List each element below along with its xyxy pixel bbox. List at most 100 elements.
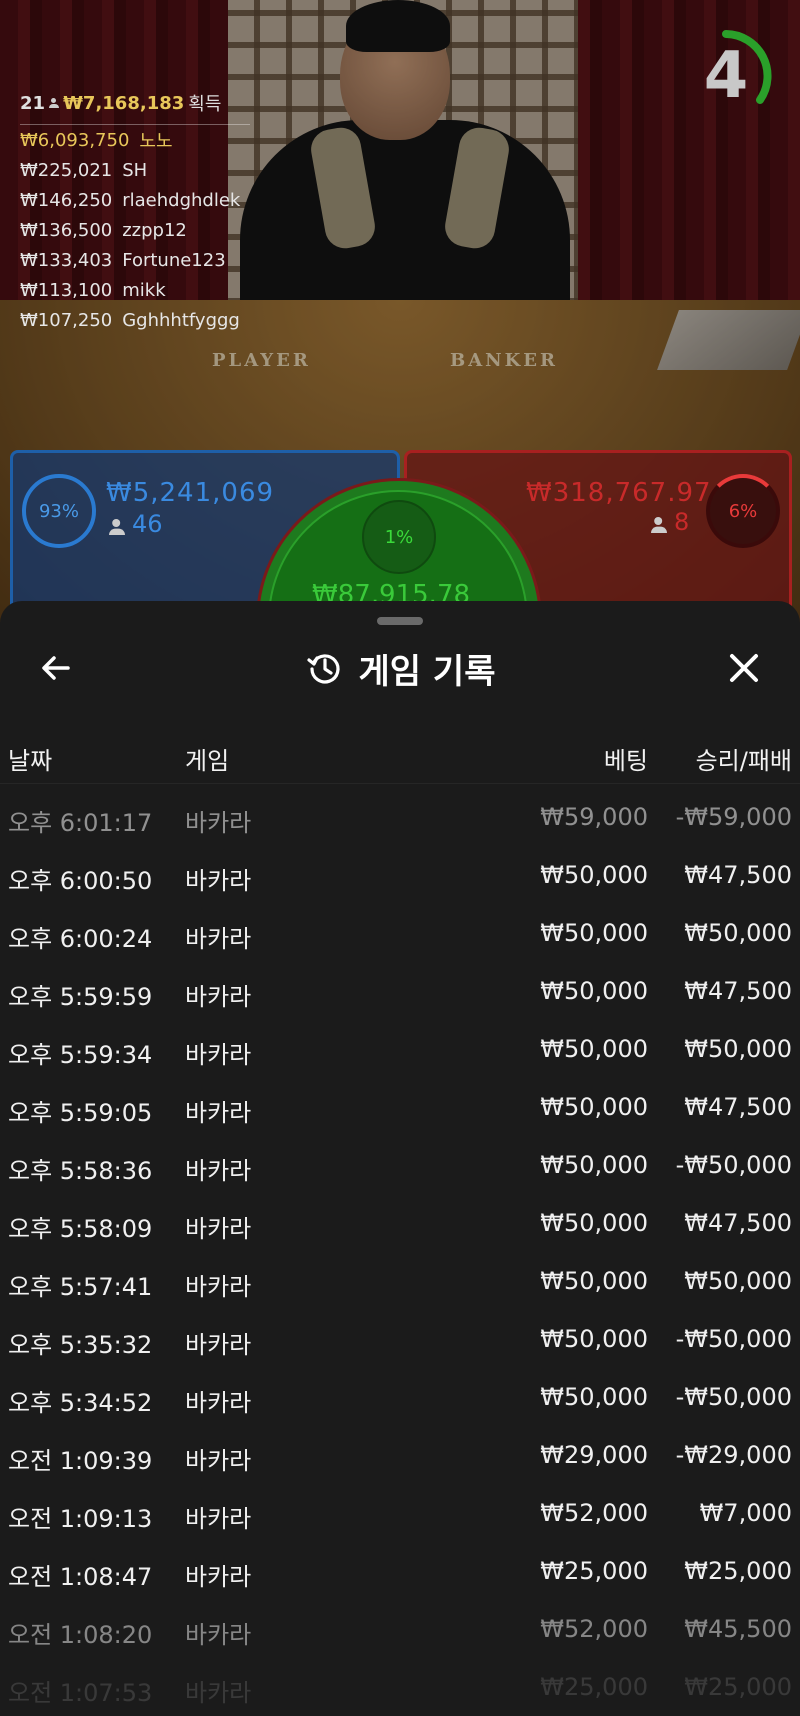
history-bet: ₩29,000 xyxy=(540,1441,648,1469)
history-bet: ₩50,000 xyxy=(540,919,648,947)
history-date: 오후 5:34:52 xyxy=(8,1389,153,1417)
history-table-header: 날짜 게임 베팅 승리/패배 xyxy=(0,731,800,784)
history-row[interactable]: 오전 1:09:13 바카라 ₩52,000 ₩7,000 xyxy=(0,1483,800,1541)
history-game: 바카라 xyxy=(185,867,252,895)
history-result: ₩50,000 xyxy=(684,1035,792,1063)
history-result: ₩47,500 xyxy=(684,861,792,889)
history-row[interactable]: 오전 1:08:20 바카라 ₩52,000 ₩45,500 xyxy=(0,1599,800,1657)
leaderboard-amount: ₩136,500 xyxy=(20,219,113,241)
leaderboard-name: mikk xyxy=(122,279,166,301)
history-bet: ₩50,000 xyxy=(540,1383,648,1411)
countdown-timer: 4 xyxy=(680,30,772,122)
history-game: 바카라 xyxy=(185,1041,252,1069)
sheet-header: 게임 기록 xyxy=(0,641,800,695)
leaderboard-row: ₩107,250 Gghhhtfyggg xyxy=(20,305,260,335)
history-row[interactable]: 오후 5:34:52 바카라 ₩50,000 -₩50,000 xyxy=(0,1367,800,1425)
history-row[interactable]: 오후 5:59:59 바카라 ₩50,000 ₩47,500 xyxy=(0,961,800,1019)
history-game: 바카라 xyxy=(185,1099,252,1127)
history-date: 오후 5:59:05 xyxy=(8,1099,153,1127)
winners-count: 21 xyxy=(20,92,46,114)
leaderboard-name: SH xyxy=(122,159,148,181)
leaderboard-amount: ₩133,403 xyxy=(20,249,113,271)
history-bet: ₩50,000 xyxy=(540,1209,648,1237)
history-date: 오전 1:09:13 xyxy=(8,1505,153,1533)
history-bet: ₩50,000 xyxy=(540,1325,648,1353)
history-icon xyxy=(306,654,340,684)
user-icon xyxy=(651,517,667,533)
history-date: 오후 5:59:34 xyxy=(8,1041,153,1069)
history-bet: ₩25,000 xyxy=(540,1557,648,1585)
history-bet: ₩50,000 xyxy=(540,1151,648,1179)
arrow-left-icon xyxy=(42,656,70,680)
column-header-game: 게임 xyxy=(185,747,230,775)
history-bet: ₩50,000 xyxy=(540,861,648,889)
leaderboard-amount: ₩107,250 xyxy=(20,309,113,331)
history-game: 바카라 xyxy=(185,1505,252,1533)
history-result: ₩47,500 xyxy=(684,1209,792,1237)
history-bet: ₩50,000 xyxy=(540,1035,648,1063)
history-date: 오후 5:58:09 xyxy=(8,1215,153,1243)
history-date: 오후 5:35:32 xyxy=(8,1331,153,1359)
leaderboard-row: ₩6,093,750 노노 xyxy=(20,125,260,155)
history-date: 오후 5:59:59 xyxy=(8,983,153,1011)
history-date: 오후 5:57:41 xyxy=(8,1273,153,1301)
close-button[interactable] xyxy=(722,646,766,690)
history-date: 오전 1:07:53 xyxy=(8,1679,153,1707)
history-row[interactable]: 오후 5:58:09 바카라 ₩50,000 ₩47,500 xyxy=(0,1193,800,1251)
history-row[interactable]: 오후 5:35:32 바카라 ₩50,000 -₩50,000 xyxy=(0,1309,800,1367)
banker-bettors: 8 xyxy=(651,508,689,536)
leaderboard-amount: ₩6,093,750 xyxy=(20,129,130,151)
drag-handle[interactable] xyxy=(377,617,423,625)
leaderboard-row: ₩113,100 mikk xyxy=(20,275,260,305)
player-percent: 93% xyxy=(22,474,96,548)
history-row[interactable]: 오전 1:07:53 바카라 ₩25,000 ₩25,000 xyxy=(0,1657,800,1715)
column-header-result: 승리/패배 xyxy=(695,747,792,775)
leaderboard-row: ₩136,500 zzpp12 xyxy=(20,215,260,245)
history-row[interactable]: 오전 1:09:39 바카라 ₩29,000 -₩29,000 xyxy=(0,1425,800,1483)
total-won: ₩7,168,183 xyxy=(63,92,185,114)
game-history-sheet: 게임 기록 날짜 게임 베팅 승리/패배 오후 6:01:17 바카라 ₩59,00… xyxy=(0,601,800,1716)
history-bet: ₩50,000 xyxy=(540,1093,648,1121)
history-row[interactable]: 오후 5:58:36 바카라 ₩50,000 -₩50,000 xyxy=(0,1135,800,1193)
history-row[interactable]: 오후 5:57:41 바카라 ₩50,000 ₩50,000 xyxy=(0,1251,800,1309)
history-date: 오전 1:08:47 xyxy=(8,1563,153,1591)
history-row[interactable]: 오후 6:01:17 바카라 ₩59,000 -₩59,000 xyxy=(0,787,800,845)
history-result: ₩47,500 xyxy=(684,1093,792,1121)
history-table-body[interactable]: 오후 6:01:17 바카라 ₩59,000 -₩59,000 오후 6:00:50 바카… xyxy=(0,787,800,1715)
history-date: 오후 6:00:50 xyxy=(8,867,153,895)
history-row[interactable]: 오후 5:59:34 바카라 ₩50,000 ₩50,000 xyxy=(0,1019,800,1077)
leaderboard-name: zzpp12 xyxy=(122,219,187,241)
history-row[interactable]: 오후 6:00:50 바카라 ₩50,000 ₩47,500 xyxy=(0,845,800,903)
leaderboard-list: ₩6,093,750 노노 ₩225,021 SH ₩146,250 rlaehdghdl… xyxy=(20,125,260,335)
leaderboard-amount: ₩225,021 xyxy=(20,159,113,181)
column-header-bet: 베팅 xyxy=(603,747,648,775)
history-result: -₩50,000 xyxy=(675,1325,792,1353)
leaderboard-header: 21 ₩7,168,183 획득 xyxy=(20,90,250,125)
history-result: -₩50,000 xyxy=(675,1383,792,1411)
player-bet-amount: ₩5,241,069 xyxy=(106,478,275,508)
banker-percent: 6% xyxy=(706,474,780,548)
history-row[interactable]: 오후 6:00:24 바카라 ₩50,000 ₩50,000 xyxy=(0,903,800,961)
history-bet: ₩52,000 xyxy=(540,1615,648,1643)
history-result: ₩25,000 xyxy=(684,1673,792,1701)
close-icon xyxy=(730,654,758,682)
history-result: ₩50,000 xyxy=(684,919,792,947)
history-result: -₩50,000 xyxy=(675,1151,792,1179)
leaderboard-amount: ₩146,250 xyxy=(20,189,113,211)
history-row[interactable]: 오전 1:08:47 바카라 ₩25,000 ₩25,000 xyxy=(0,1541,800,1599)
back-button[interactable] xyxy=(34,646,78,690)
history-game: 바카라 xyxy=(185,1215,252,1243)
user-icon xyxy=(49,98,60,108)
leaderboard-name: rlaehdghdlek xyxy=(122,189,241,211)
history-result: -₩29,000 xyxy=(675,1441,792,1469)
history-date: 오전 1:09:39 xyxy=(8,1447,153,1475)
history-row[interactable]: 오후 5:59:05 바카라 ₩50,000 ₩47,500 xyxy=(0,1077,800,1135)
timer-value: 4 xyxy=(703,39,749,113)
history-game: 바카라 xyxy=(185,925,252,953)
leaderboard-amount: ₩113,100 xyxy=(20,279,113,301)
history-bet: ₩50,000 xyxy=(540,977,648,1005)
history-game: 바카라 xyxy=(185,1621,252,1649)
history-bet: ₩50,000 xyxy=(540,1267,648,1295)
history-date: 오후 6:01:17 xyxy=(8,809,153,837)
leaderboard-row: ₩146,250 rlaehdghdlek xyxy=(20,185,260,215)
